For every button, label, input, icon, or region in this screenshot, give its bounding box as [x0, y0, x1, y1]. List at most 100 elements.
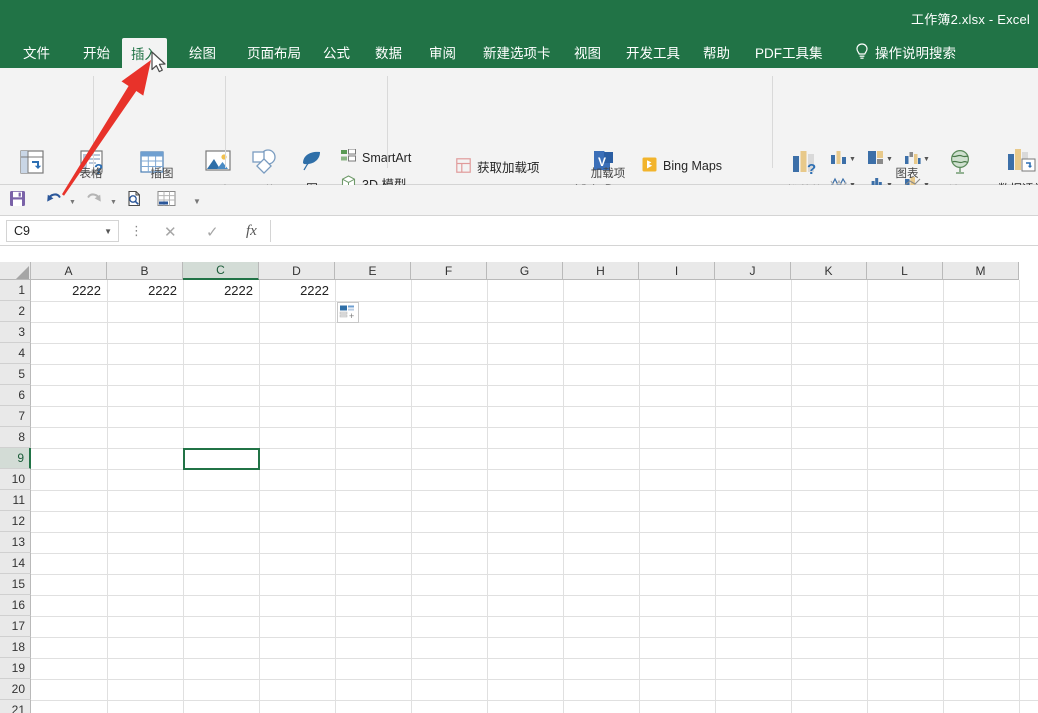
grid-line-horizontal: [31, 427, 1038, 428]
print-preview-icon[interactable]: [126, 190, 143, 212]
ribbon-tab-12[interactable]: PDF工具集: [746, 36, 832, 68]
column-header-A[interactable]: A: [31, 262, 107, 280]
select-all-corner[interactable]: [0, 262, 31, 280]
ribbon-tab-label: 绘图: [189, 46, 216, 61]
redo-icon[interactable]: [85, 190, 103, 212]
row-header-3[interactable]: 3: [0, 322, 31, 343]
column-header-L[interactable]: L: [867, 262, 943, 280]
row-header-10[interactable]: 10: [0, 469, 31, 490]
column-header-F[interactable]: F: [411, 262, 487, 280]
grid-line-vertical: [943, 280, 944, 713]
row-header-16[interactable]: 16: [0, 595, 31, 616]
ribbon-tab-label: 审阅: [429, 46, 456, 61]
row-header-2[interactable]: 2: [0, 301, 31, 322]
ribbon-tab-11[interactable]: 帮助: [694, 36, 739, 68]
grid-line-vertical: [563, 280, 564, 713]
undo-dropdown-caret-icon[interactable]: ▼: [69, 199, 76, 206]
row-header-6[interactable]: 6: [0, 385, 31, 406]
row-header-13[interactable]: 13: [0, 532, 31, 553]
grid-line-horizontal: [31, 385, 1038, 386]
ribbon-tab-5[interactable]: 公式: [314, 36, 359, 68]
ribbon-tab-7[interactable]: 审阅: [420, 36, 465, 68]
ribbon-tab-label: 公式: [323, 46, 350, 61]
ribbon-tab-10[interactable]: 开发工具: [617, 36, 689, 68]
chevron-down-icon[interactable]: ▼: [923, 156, 930, 164]
quick-analysis-icon[interactable]: +: [337, 302, 359, 323]
row-header-15[interactable]: 15: [0, 574, 31, 595]
column-chart-button[interactable]: ▼: [830, 150, 856, 170]
cell-D1[interactable]: 2222: [259, 280, 335, 301]
customize-qat-caret-icon[interactable]: ▼: [193, 197, 201, 206]
cancel-x-icon[interactable]: ✕: [164, 223, 177, 241]
column-header-E[interactable]: E: [335, 262, 411, 280]
column-header-M[interactable]: M: [943, 262, 1019, 280]
grid-line-horizontal: [31, 532, 1038, 533]
ribbon-tab-0[interactable]: 文件: [14, 36, 59, 68]
redo-dropdown-caret-icon[interactable]: ▼: [110, 199, 117, 206]
column-header-B[interactable]: B: [107, 262, 183, 280]
active-cell-selection[interactable]: [183, 448, 260, 470]
ribbon-tab-9[interactable]: 视图: [565, 36, 610, 68]
row-header-7[interactable]: 7: [0, 406, 31, 427]
undo-icon[interactable]: [45, 190, 63, 212]
grid-line-horizontal: [31, 700, 1038, 701]
column-header-G[interactable]: G: [487, 262, 563, 280]
excel-window: 工作簿2.xlsx - Excel 文件 开始 插入 绘图 页面布局 公式 数据 审阅 新建选项…: [0, 0, 1038, 713]
grid-line-vertical: [867, 280, 868, 713]
row-header-20[interactable]: 20: [0, 679, 31, 700]
row-header-9[interactable]: 9: [0, 448, 31, 469]
get-addins-icon: [456, 157, 471, 176]
ribbon-tab-label: 数据: [375, 46, 402, 61]
save-icon[interactable]: [9, 190, 26, 212]
svg-text:?: ?: [807, 161, 816, 176]
row-header-18[interactable]: 18: [0, 637, 31, 658]
cell-A1[interactable]: 2222: [31, 280, 107, 301]
column-header-C[interactable]: C: [183, 262, 259, 280]
row-header-8[interactable]: 8: [0, 427, 31, 448]
row-header-17[interactable]: 17: [0, 616, 31, 637]
ribbon-tab-1[interactable]: 开始: [74, 36, 119, 68]
row-header-1[interactable]: 1: [0, 280, 31, 301]
freeze-panes-icon[interactable]: [157, 190, 176, 212]
grid-line-horizontal: [31, 406, 1038, 407]
grid-line-horizontal: [31, 364, 1038, 365]
ribbon-tab-4[interactable]: 页面布局: [238, 36, 310, 68]
column-header-D[interactable]: D: [259, 262, 335, 280]
smartart-icon: [341, 148, 356, 166]
row-header-21[interactable]: 21: [0, 700, 31, 713]
column-header-H[interactable]: H: [563, 262, 639, 280]
name-box[interactable]: C9 ▼: [6, 220, 119, 242]
ribbon-tab-label: 开发工具: [626, 46, 680, 61]
confirm-check-icon[interactable]: ✓: [206, 223, 219, 241]
tell-me-label: 操作说明搜索: [875, 46, 956, 61]
row-header-19[interactable]: 19: [0, 658, 31, 679]
fx-icon[interactable]: fx: [246, 223, 257, 240]
row-header-12[interactable]: 12: [0, 511, 31, 532]
cell-C1[interactable]: 2222: [183, 280, 259, 301]
ribbon-tab-3[interactable]: 绘图: [180, 36, 225, 68]
formula-input[interactable]: [270, 220, 1038, 242]
ribbon-tab-8[interactable]: 新建选项卡: [474, 36, 560, 68]
chevron-down-icon[interactable]: ▼: [849, 156, 856, 164]
row-header-5[interactable]: 5: [0, 364, 31, 385]
get-addins-button[interactable]: 获取加载项: [456, 157, 540, 176]
column-header-K[interactable]: K: [791, 262, 867, 280]
cell-B1[interactable]: 2222: [107, 280, 183, 301]
column-header-I[interactable]: I: [639, 262, 715, 280]
ribbon-group-separator: [225, 76, 226, 168]
grid-line-vertical: [411, 280, 412, 713]
chevron-down-icon[interactable]: ▼: [104, 227, 112, 236]
row-header-4[interactable]: 4: [0, 343, 31, 364]
ribbon-tab-2[interactable]: 插入: [122, 38, 167, 68]
lightbulb-icon: [855, 43, 869, 61]
row-header-14[interactable]: 14: [0, 553, 31, 574]
column-header-J[interactable]: J: [715, 262, 791, 280]
smartart-button[interactable]: SmartArt: [341, 148, 411, 166]
ribbon-tab-6[interactable]: 数据: [366, 36, 411, 68]
row-header-11[interactable]: 11: [0, 490, 31, 511]
tell-me-search[interactable]: 操作说明搜索: [855, 36, 956, 68]
grid-line-horizontal: [31, 595, 1038, 596]
chevron-down-icon[interactable]: ▼: [886, 156, 893, 164]
grid-line-vertical: [183, 280, 184, 713]
grid-line-horizontal: [31, 637, 1038, 638]
